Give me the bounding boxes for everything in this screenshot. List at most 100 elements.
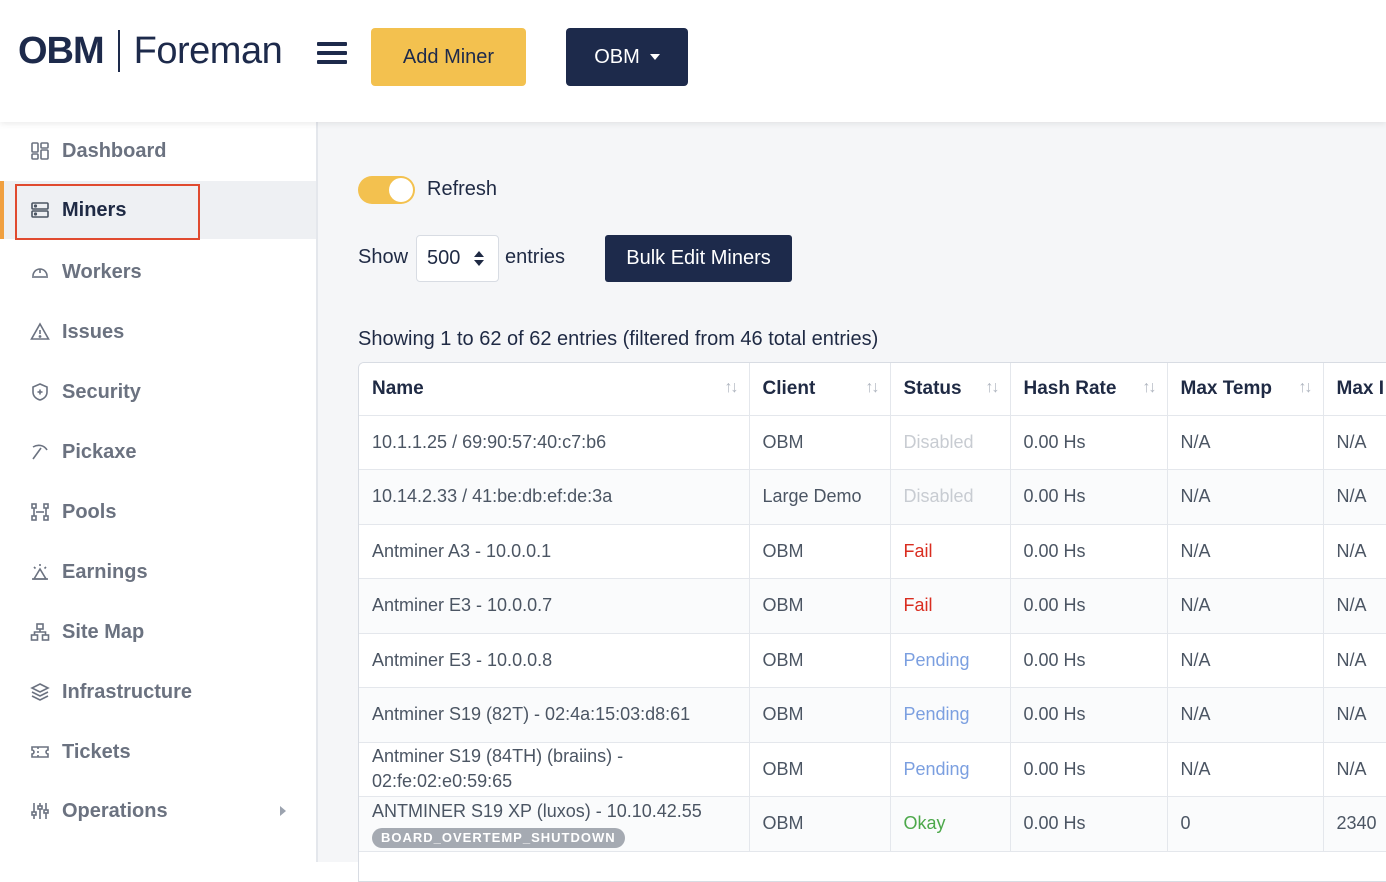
logo-product-text: Foreman: [133, 29, 283, 72]
sidebar-item-infrastructure[interactable]: Infrastructure: [0, 663, 316, 721]
pools-icon: [30, 502, 50, 522]
sidebar-item-dashboard[interactable]: Dashboard: [0, 122, 316, 180]
layers-icon: [30, 682, 50, 702]
sidebar-item-label: Operations: [62, 799, 168, 822]
cell-status: Fail: [890, 578, 1011, 634]
organization-dropdown[interactable]: OBM: [566, 28, 688, 86]
sort-icon: ↑↓: [1298, 379, 1313, 396]
miners-table: Name ↑↓ Client ↑↓ Status ↑↓ Hash Rate ↑↓ Max…: [358, 362, 1386, 882]
entries-per-page-select[interactable]: 500: [416, 235, 499, 282]
cell-name[interactable]: 10.1.1.25 / 69:90:57:40:c7:b6: [359, 415, 750, 470]
cell-max-other: N/A: [1323, 578, 1386, 634]
cell-max-temp: N/A: [1167, 742, 1324, 797]
column-header-hash-rate[interactable]: Hash Rate ↑↓: [1010, 363, 1168, 416]
column-header-label: Max I: [1336, 377, 1385, 399]
cell-status: Disabled: [890, 415, 1011, 470]
cell-client: OBM: [749, 415, 891, 470]
refresh-label: Refresh: [427, 178, 498, 200]
sidebar-item-site-map[interactable]: Site Map: [0, 603, 316, 661]
table-info-text: Showing 1 to 62 of 62 entries (filtered …: [358, 328, 879, 350]
cell-client: OBM: [749, 796, 891, 852]
server-icon: [30, 200, 50, 220]
table-row[interactable]: Antminer A3 - 10.0.0.1 OBM Fail 0.00 Hs …: [359, 524, 1386, 579]
sidebar-item-issues[interactable]: Issues: [0, 303, 316, 361]
table-row[interactable]: Antminer S19 (84TH) (braiins) - 02:fe:02…: [359, 742, 1386, 797]
cell-name[interactable]: Antminer E3 - 10.0.0.8: [359, 633, 750, 688]
cell-status: Pending: [890, 633, 1011, 688]
top-header: OBM Foreman Add Miner OBM: [0, 0, 1386, 122]
cell-hash-rate: 0.00 Hs: [1010, 578, 1168, 634]
sidebar-item-label: Miners: [62, 198, 127, 221]
column-header-client[interactable]: Client ↑↓: [749, 363, 891, 416]
cell-hash-rate: 0.00 Hs: [1010, 796, 1168, 852]
sidebar-item-miners[interactable]: Miners: [0, 181, 316, 239]
sidebar-item-label: Dashboard: [62, 139, 167, 162]
column-header-status[interactable]: Status ↑↓: [890, 363, 1011, 416]
earnings-icon: [30, 562, 50, 582]
cell-client: OBM: [749, 578, 891, 634]
ticket-icon: [30, 742, 50, 762]
sidebar-item-earnings[interactable]: Earnings: [0, 543, 316, 601]
column-header-label: Client: [762, 377, 816, 399]
cell-max-temp: N/A: [1167, 469, 1324, 525]
sort-icon: ↑↓: [724, 379, 739, 396]
logo-divider: [117, 30, 120, 72]
column-header-max-temp[interactable]: Max Temp ↑↓: [1167, 363, 1324, 416]
cell-max-other: 2340: [1323, 796, 1386, 852]
table-row[interactable]: Antminer E3 - 10.0.0.7 OBM Fail 0.00 Hs …: [359, 578, 1386, 634]
sidebar-item-label: Infrastructure: [62, 680, 193, 703]
cell-name[interactable]: Antminer S19 (82T) - 02:4a:15:03:d8:61: [359, 687, 750, 743]
column-header-name[interactable]: Name ↑↓: [359, 363, 750, 416]
bulk-edit-miners-button[interactable]: Bulk Edit Miners: [605, 235, 792, 282]
logo-obm-text: OBM: [18, 29, 105, 72]
refresh-toggle[interactable]: [358, 176, 415, 204]
cell-hash-rate: 0.00 Hs: [1010, 415, 1168, 470]
sidebar-item-label: Site Map: [62, 620, 145, 643]
cell-status: Pending: [890, 742, 1011, 797]
sidebar-item-operations[interactable]: Operations: [0, 782, 316, 840]
cell-name[interactable]: Antminer S19 (84TH) (braiins) - 02:fe:02…: [359, 742, 750, 797]
table-row[interactable]: 10.1.1.25 / 69:90:57:40:c7:b6 OBM Disabl…: [359, 415, 1386, 470]
sidebar-item-tickets[interactable]: Tickets: [0, 723, 316, 781]
column-header-max-other[interactable]: Max I: [1323, 363, 1386, 416]
cell-client: OBM: [749, 742, 891, 797]
cell-name[interactable]: 10.14.2.33 / 41:be:db:ef:de:3a: [359, 469, 750, 525]
cell-hash-rate: 0.00 Hs: [1010, 633, 1168, 688]
table-row[interactable]: ANTMINER S19 XP (luxos) - 10.10.42.55 BO…: [359, 796, 1386, 852]
cell-max-other: N/A: [1323, 742, 1386, 797]
error-badge: BOARD_OVERTEMP_SHUTDOWN: [372, 827, 625, 848]
toggle-knob: [389, 178, 413, 202]
sliders-icon: [30, 801, 50, 821]
cell-name[interactable]: ANTMINER S19 XP (luxos) - 10.10.42.55 BO…: [359, 796, 750, 852]
sort-icon: ↑↓: [1142, 379, 1157, 396]
sidebar-item-pickaxe[interactable]: Pickaxe: [0, 423, 316, 481]
cell-client: OBM: [749, 524, 891, 579]
main-content: Refresh Show 500 entries Bulk Edit Miner…: [318, 122, 1386, 882]
table-row[interactable]: Antminer S19 (82T) - 02:4a:15:03:d8:61 O…: [359, 687, 1386, 743]
sidebar-item-security[interactable]: Security: [0, 363, 316, 421]
foreman-logo[interactable]: OBM Foreman: [18, 28, 283, 74]
hardhat-icon: [30, 262, 50, 282]
sidebar-item-label: Workers: [62, 260, 142, 283]
cell-max-other: N/A: [1323, 633, 1386, 688]
add-miner-button[interactable]: Add Miner: [371, 28, 526, 86]
entries-per-page-value: 500: [427, 247, 461, 269]
miner-name[interactable]: ANTMINER S19 XP (luxos) - 10.10.42.55: [372, 799, 749, 824]
cell-client: OBM: [749, 687, 891, 743]
table-row[interactable]: 10.14.2.33 / 41:be:db:ef:de:3a Large Dem…: [359, 469, 1386, 525]
hamburger-menu-icon[interactable]: [317, 42, 347, 66]
column-header-label: Hash Rate: [1023, 377, 1117, 399]
entries-label: entries: [505, 246, 566, 268]
cell-name[interactable]: Antminer E3 - 10.0.0.7: [359, 578, 750, 634]
sidebar-item-pools[interactable]: Pools: [0, 483, 316, 541]
pickaxe-icon: [30, 442, 50, 462]
sidebar-item-label: Pickaxe: [62, 440, 137, 463]
table-row[interactable]: Antminer E3 - 10.0.0.8 OBM Pending 0.00 …: [359, 633, 1386, 688]
cell-max-temp: N/A: [1167, 415, 1324, 470]
sitemap-icon: [30, 622, 50, 642]
sidebar-item-workers[interactable]: Workers: [0, 243, 316, 301]
column-header-label: Max Temp: [1180, 377, 1273, 399]
cell-name[interactable]: Antminer A3 - 10.0.0.1: [359, 524, 750, 579]
cell-max-other: N/A: [1323, 524, 1386, 579]
table-header-row: Name ↑↓ Client ↑↓ Status ↑↓ Hash Rate ↑↓ Max…: [359, 363, 1386, 416]
